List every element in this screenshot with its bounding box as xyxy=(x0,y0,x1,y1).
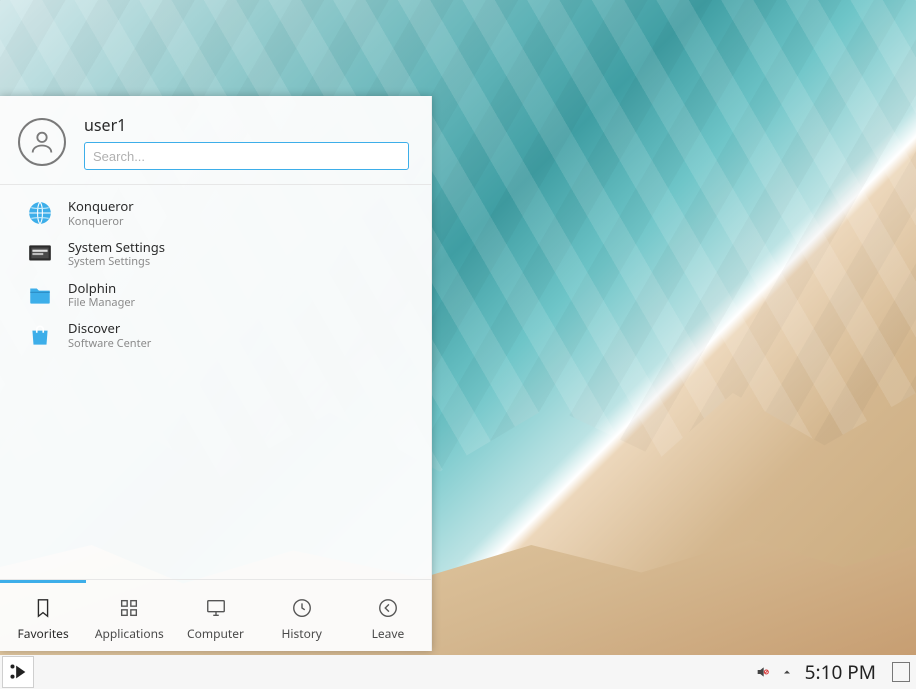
favorite-title: System Settings xyxy=(68,240,165,256)
monitor-icon xyxy=(205,597,227,619)
favorite-title: Discover xyxy=(68,321,151,337)
favorite-item-dolphin[interactable]: Dolphin File Manager xyxy=(0,275,431,316)
favorite-item-discover[interactable]: Discover Software Center xyxy=(0,315,431,356)
panel-clock[interactable]: 5:10 PM xyxy=(803,659,878,685)
username-label: user1 xyxy=(84,114,409,136)
start-button[interactable] xyxy=(2,656,34,688)
volume-muted-icon[interactable] xyxy=(755,664,771,680)
tab-label: History xyxy=(282,625,322,642)
show-desktop-button[interactable] xyxy=(892,662,910,682)
shopping-bag-icon xyxy=(26,322,54,350)
taskbar: 5:10 PM xyxy=(0,655,916,689)
favorite-subtitle: System Settings xyxy=(68,255,165,268)
tab-leave[interactable]: Leave xyxy=(345,580,431,651)
search-input[interactable] xyxy=(84,142,409,170)
favorites-list: Konqueror Konqueror System Settings Syst… xyxy=(0,185,431,579)
arrow-left-circle-icon xyxy=(377,597,399,619)
tab-label: Applications xyxy=(95,625,164,642)
favorite-title: Dolphin xyxy=(68,281,135,297)
tab-label: Favorites xyxy=(17,625,68,642)
launcher-tabs: Favorites Applications Computer xyxy=(0,579,431,651)
favorite-subtitle: Software Center xyxy=(68,337,151,350)
system-tray: 5:10 PM xyxy=(755,655,916,689)
favorite-subtitle: File Manager xyxy=(68,296,135,309)
application-launcher: user1 Konqueror Konqueror xyxy=(0,96,432,651)
bookmark-icon xyxy=(32,597,54,619)
tab-label: Computer xyxy=(187,625,244,642)
favorite-subtitle: Konqueror xyxy=(68,215,134,228)
tab-label: Leave xyxy=(372,625,405,642)
grid-icon xyxy=(118,597,140,619)
tab-computer[interactable]: Computer xyxy=(172,580,258,651)
tab-favorites[interactable]: Favorites xyxy=(0,580,86,651)
favorite-title: Konqueror xyxy=(68,199,134,215)
favorite-item-konqueror[interactable]: Konqueror Konqueror xyxy=(0,193,431,234)
globe-icon xyxy=(26,199,54,227)
user-avatar-icon[interactable] xyxy=(18,118,66,166)
favorite-item-system-settings[interactable]: System Settings System Settings xyxy=(0,234,431,275)
folder-icon xyxy=(26,281,54,309)
tray-expand-icon[interactable] xyxy=(781,666,793,678)
clock-icon xyxy=(291,597,313,619)
tab-applications[interactable]: Applications xyxy=(86,580,172,651)
settings-icon xyxy=(26,240,54,268)
plasma-logo-icon xyxy=(7,661,29,683)
tab-history[interactable]: History xyxy=(259,580,345,651)
launcher-header: user1 xyxy=(0,96,431,185)
